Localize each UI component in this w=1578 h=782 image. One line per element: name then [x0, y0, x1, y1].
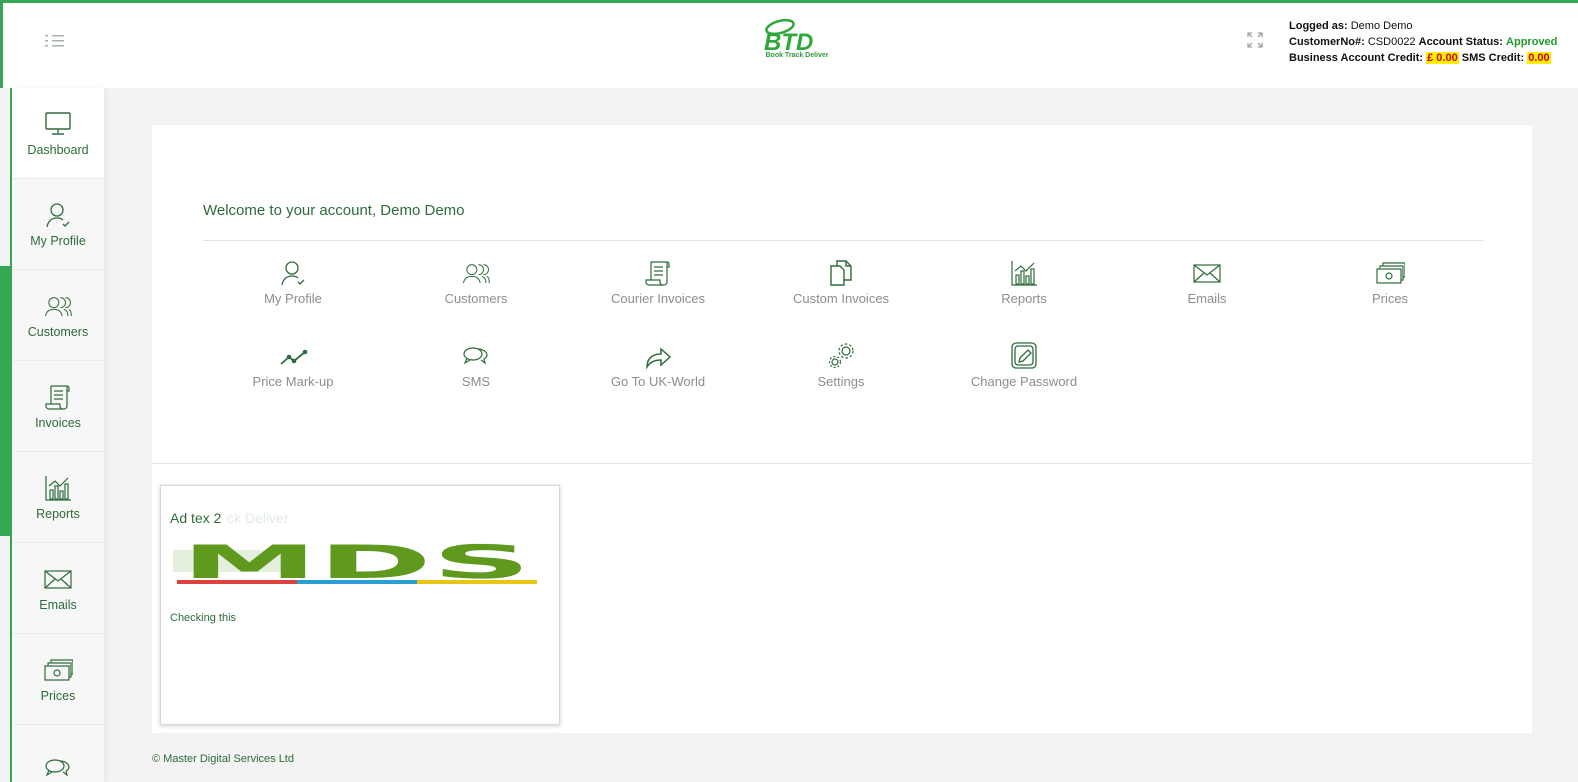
section-divider	[152, 463, 1532, 464]
tile-label: Go To UK-World	[610, 374, 706, 389]
sidebar-item-label: Dashboard	[27, 142, 89, 157]
tile-label: Courier Invoices	[611, 291, 705, 306]
sidebar-item-label: My Profile	[30, 233, 86, 248]
tile-my-profile[interactable]: My Profile	[218, 259, 368, 315]
user-check-icon	[281, 261, 305, 286]
left-green-accent	[0, 266, 10, 536]
business-credit-value: £ 0.00	[1426, 52, 1459, 64]
pen-square-icon	[1011, 342, 1037, 369]
mds-logo: MDS	[171, 535, 541, 590]
tile-label: Prices	[1371, 291, 1409, 306]
tile-change-password[interactable]: Change Password	[949, 342, 1099, 398]
tile-label: Customers	[444, 291, 508, 306]
welcome-heading: Welcome to your account, Demo Demo	[203, 202, 465, 219]
tile-label: Price Mark-up	[252, 374, 334, 389]
tile-customers[interactable]: Customers	[401, 259, 551, 315]
tile-label: Change Password	[970, 374, 1078, 389]
sidebar-item-label: Emails	[39, 597, 77, 612]
share-arrow-icon	[646, 347, 672, 370]
scroll-icon	[645, 261, 670, 286]
chat-icon	[463, 347, 488, 365]
sms-credit-value: 0.00	[1527, 52, 1551, 64]
cash-icon	[1376, 262, 1405, 284]
business-credit-label: Business Account Credit:	[1289, 52, 1424, 64]
customer-no-label: CustomerNo#:	[1289, 36, 1365, 48]
sidebar-item-emails[interactable]: Emails	[12, 543, 104, 634]
ad-ghost-text: ck Deliver	[227, 510, 289, 526]
tile-label: My Profile	[264, 291, 322, 306]
sidebar-item-label: Customers	[27, 324, 89, 339]
sidebar-item-my-profile[interactable]: My Profile	[12, 179, 104, 270]
ad-title: Ad tex 2	[170, 510, 222, 526]
fullscreen-icon[interactable]	[1247, 32, 1263, 48]
account-status-label: Account Status:	[1418, 36, 1503, 48]
tile-prices[interactable]: Prices	[1315, 259, 1465, 315]
sidebar-item-sms[interactable]	[12, 725, 104, 782]
top-header: BTD Book Track Deliver Logged as: Demo D…	[0, 0, 1578, 88]
trend-icon	[280, 349, 308, 365]
users-icon	[45, 296, 72, 316]
tile-label: Settings	[817, 374, 865, 389]
sidebar-item-customers[interactable]: Customers	[12, 270, 104, 361]
envelope-icon	[1193, 264, 1221, 283]
dashboard-card: Welcome to your account, Demo Demo My Pr…	[152, 125, 1532, 733]
bar-chart-icon	[1011, 261, 1037, 286]
menu-toggle-icon[interactable]	[43, 32, 67, 50]
tile-label: SMS	[461, 374, 491, 389]
envelope-icon	[44, 569, 72, 589]
welcome-divider	[203, 240, 1483, 241]
ad-card[interactable]: ck Deliver Ad tex 2 MDS Checking this	[160, 485, 560, 725]
scroll-icon	[45, 384, 70, 410]
tile-label: Custom Invoices	[792, 291, 890, 306]
users-icon	[463, 264, 490, 284]
tile-label: Emails	[1187, 291, 1227, 306]
tile-label: Reports	[1001, 291, 1047, 306]
ad-body-text: Checking this	[170, 612, 237, 624]
account-status-value: Approved	[1506, 36, 1558, 48]
monitor-icon	[45, 111, 71, 135]
sidebar-item-prices[interactable]: Prices	[12, 634, 104, 725]
sms-credit-label: SMS Credit:	[1461, 52, 1525, 64]
footer-copyright: © Master Digital Services Ltd	[152, 753, 294, 765]
sidebar-item-label: Prices	[40, 688, 76, 703]
tile-sms[interactable]: SMS	[401, 342, 551, 398]
account-info: Logged as: Demo Demo CustomerNo#: CSD002…	[1289, 18, 1557, 66]
user-check-icon	[46, 202, 70, 227]
logo-tagline: Book Track Deliver	[765, 52, 829, 59]
tile-courier-invoices[interactable]: Courier Invoices	[583, 259, 733, 315]
cash-icon	[44, 658, 73, 681]
sidebar-item-dashboard[interactable]: Dashboard	[12, 88, 104, 179]
tile-go-to-uk-world[interactable]: Go To UK-World	[583, 342, 733, 398]
tile-price-mark-up[interactable]: Price Mark-up	[218, 342, 368, 398]
documents-icon	[830, 260, 852, 286]
logged-as-value: Demo Demo	[1350, 20, 1413, 32]
bar-chart-icon	[45, 475, 71, 501]
sidebar-item-label: Invoices	[35, 415, 81, 430]
tile-reports[interactable]: Reports	[949, 259, 1099, 315]
chat-icon	[45, 758, 70, 776]
tile-settings[interactable]: Settings	[766, 342, 916, 398]
tile-custom-invoices[interactable]: Custom Invoices	[766, 259, 916, 315]
sidebar-item-invoices[interactable]: Invoices	[12, 361, 104, 452]
logged-as-label: Logged as:	[1289, 20, 1348, 32]
tile-emails[interactable]: Emails	[1132, 259, 1282, 315]
gears-icon	[828, 343, 854, 369]
sidebar: Dashboard My Profile Customers Invoices	[12, 88, 104, 782]
sidebar-item-reports[interactable]: Reports	[12, 452, 104, 543]
customer-no-value: CSD0022	[1367, 36, 1416, 48]
sidebar-item-label: Reports	[36, 506, 80, 521]
